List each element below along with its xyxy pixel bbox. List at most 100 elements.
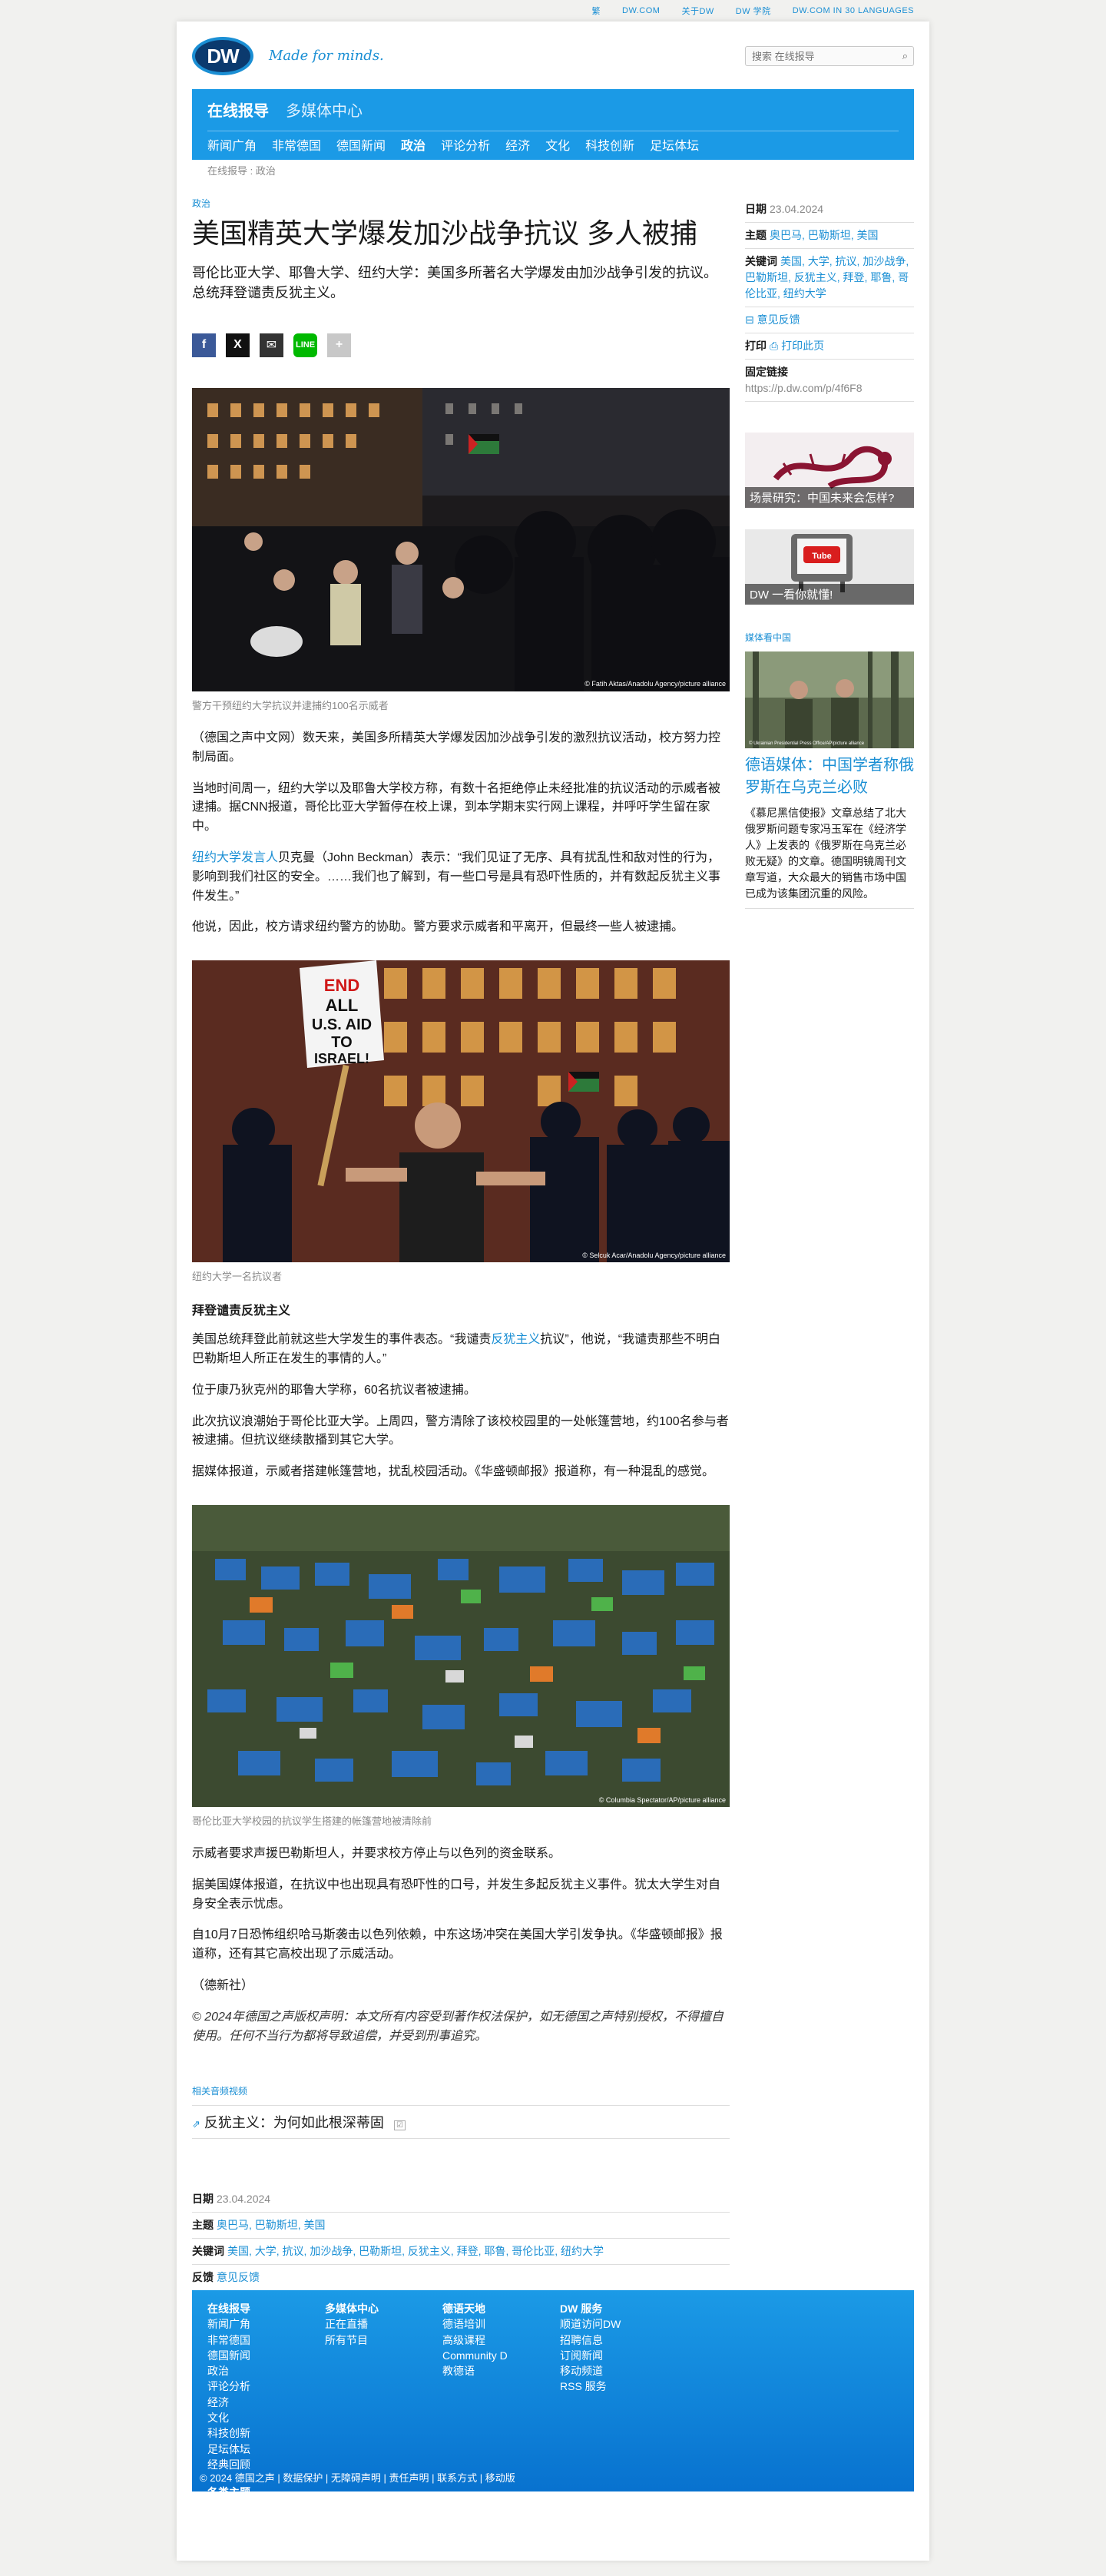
- article-section[interactable]: 政治: [192, 197, 730, 210]
- paragraph-8: 据媒体报道，示威者搭建帐篷营地，扰乱校园活动。《华盛顿邮报》报道称，有一种混乱的…: [192, 1465, 715, 1479]
- meta-topics-row: 主题 奥巴马, 巴勒斯坦, 美国: [192, 2213, 730, 2239]
- feedback-link[interactable]: 意见反馈: [217, 2271, 260, 2283]
- article-image-3[interactable]: © Columbia Spectator/AP/picture alliance: [192, 1504, 730, 1807]
- footer-link[interactable]: 新闻广角: [207, 2316, 250, 2332]
- footer-col-services: DW 服务 顺道访问DW 招聘信息 订阅新闻 移动频道 RSS 服务: [560, 2301, 621, 2395]
- side-feedback-row: ⊟ 意见反馈: [745, 307, 914, 333]
- footer-legal-links[interactable]: © 2024 德国之声 | 数据保护 | 无障碍声明 | 责任声明 | 联系方式…: [200, 2470, 515, 2485]
- teaser-dw-explainer[interactable]: Tube DW 一看你就懂!: [745, 529, 914, 605]
- svg-text:TO: TO: [331, 1034, 352, 1051]
- breadcrumb[interactable]: 在线报导 : 政治: [207, 163, 276, 177]
- footer-link[interactable]: 德语培训: [442, 2316, 508, 2332]
- footer-link[interactable]: 顺道访问DW: [560, 2316, 621, 2332]
- footer-link[interactable]: 科技创新: [207, 2425, 250, 2441]
- footer-link[interactable]: 订阅新闻: [560, 2348, 621, 2363]
- nav-item-german-news[interactable]: 德国新闻: [336, 135, 386, 154]
- side-feedback-link[interactable]: 意见反馈: [757, 313, 800, 326]
- footer-link[interactable]: 招聘信息: [560, 2332, 621, 2348]
- side-print-row: 打印 ⎙ 打印此页: [745, 333, 914, 360]
- side-topics[interactable]: 奥巴马, 巴勒斯坦, 美国: [770, 229, 879, 241]
- nav-item-culture[interactable]: 文化: [545, 135, 570, 154]
- footer-col4-title[interactable]: DW 服务: [560, 2301, 621, 2316]
- search-icon[interactable]: ⌕: [902, 50, 908, 62]
- image-3-caption: 哥伦比亚大学校园的抗议学生搭建的帐篷营地被清除前: [192, 1815, 432, 1827]
- facebook-share-icon[interactable]: f: [192, 333, 216, 357]
- nav-item-science[interactable]: 科技创新: [585, 135, 634, 154]
- paragraph-6: 位于康乃狄克州的耶鲁大学称，60名抗议者被逮捕。: [192, 1383, 476, 1397]
- nav-item-economy[interactable]: 经济: [505, 135, 530, 154]
- footer-link[interactable]: 教德语: [442, 2363, 508, 2379]
- dw-logo[interactable]: DW: [192, 37, 253, 75]
- nav-secondary-media[interactable]: 多媒体中心: [286, 98, 363, 121]
- meta-topics[interactable]: 奥巴马, 巴勒斯坦, 美国: [217, 2219, 326, 2231]
- nav-item-opinion[interactable]: 评论分析: [441, 135, 490, 154]
- side-print-link[interactable]: 打印此页: [781, 340, 824, 352]
- footer-link[interactable]: Community D: [442, 2348, 508, 2363]
- footer-link[interactable]: 高级课程: [442, 2332, 508, 2348]
- antisemitism-link[interactable]: 反犹主义: [491, 1333, 540, 1346]
- nyu-spokesperson-link[interactable]: 纽约大学发言人: [192, 851, 278, 864]
- footer-link[interactable]: 文化: [207, 2410, 250, 2425]
- footer-topics-link[interactable]: 各类主题: [207, 2485, 250, 2500]
- footer-link[interactable]: 所有节目: [325, 2332, 379, 2348]
- side-article-image[interactable]: © Ukrainian Presidential Press Office/AP…: [745, 651, 914, 748]
- footer-col2-title[interactable]: 多媒体中心: [325, 2301, 379, 2316]
- nav-item-news[interactable]: 新闻广角: [207, 135, 257, 154]
- related-video-item[interactable]: ⇗ 反犹主义：为何如此根深蒂固 ☑: [192, 2105, 730, 2140]
- footer-link[interactable]: RSS 服务: [560, 2379, 621, 2394]
- footer-link[interactable]: 政治: [207, 2363, 250, 2379]
- nav-item-sports[interactable]: 足坛体坛: [650, 135, 699, 154]
- nav-item-politics[interactable]: 政治: [401, 135, 426, 154]
- footer-link[interactable]: 非常德国: [207, 2332, 250, 2348]
- side-keywords-row: 关键词 美国, 大学, 抗议, 加沙战争, 巴勒斯坦, 反犹主义, 拜登, 耶鲁,…: [745, 249, 914, 307]
- teaser-dw-explainer-label: DW 一看你就懂!: [745, 584, 914, 605]
- top-link-dwcom[interactable]: DW.COM: [622, 6, 660, 15]
- share-bar: f X ✉ LINE +: [192, 333, 730, 357]
- top-link-academy[interactable]: DW 学院: [736, 5, 771, 17]
- email-share-icon[interactable]: ✉: [260, 333, 283, 357]
- photo-protester-sign: END ALL U.S. AID TO ISRAEL! © Selcuk Aca…: [192, 960, 730, 1263]
- search-input[interactable]: [745, 46, 914, 66]
- nav-primary-online[interactable]: 在线报导: [207, 98, 269, 121]
- nav-item-germany[interactable]: 非常德国: [272, 135, 321, 154]
- paragraph-1: （德国之声中文网）数天来，美国多所精英大学爆发因加沙战争引发的激烈抗议活动，校方…: [192, 731, 721, 764]
- top-link-traditional[interactable]: 繁: [592, 5, 601, 17]
- side-article-title[interactable]: 德语媒体：中国学者称俄罗斯在乌克兰必败: [745, 754, 914, 799]
- footer-col3-title[interactable]: 德语天地: [442, 2301, 508, 2316]
- footer-col-media: 多媒体中心 正在直播 所有节目: [325, 2301, 379, 2348]
- footer-link[interactable]: 德国新闻: [207, 2348, 250, 2363]
- svg-text:© Columbia Spectator/AP/pictur: © Columbia Spectator/AP/picture alliance: [599, 1796, 726, 1804]
- top-link-about[interactable]: 关于DW: [681, 5, 714, 17]
- teaser-china-future-label: 场景研究：中国未来会怎样?: [745, 487, 914, 508]
- related-media-label: 相关音频视频: [192, 2086, 248, 2097]
- meta-feedback-row: 反馈 意见反馈: [192, 2265, 730, 2292]
- side-print-label: 打印: [745, 340, 767, 352]
- side-permalink[interactable]: https://p.dw.com/p/4f6F8: [745, 382, 863, 394]
- side-date-label: 日期: [745, 203, 767, 215]
- footer-link[interactable]: 足坛体坛: [207, 2442, 250, 2457]
- more-share-icon[interactable]: +: [327, 333, 351, 357]
- footer-link[interactable]: 移动频道: [560, 2363, 621, 2379]
- video-tag-icon: ☑: [393, 2120, 406, 2131]
- article-image-1[interactable]: © Fatih Aktas/Anadolu Agency/picture all…: [192, 387, 730, 691]
- footer-link[interactable]: 正在直播: [325, 2316, 379, 2332]
- svg-text:U.S. AID: U.S. AID: [312, 1016, 372, 1033]
- teaser-china-future[interactable]: 场景研究：中国未来会怎样?: [745, 433, 914, 508]
- line-share-icon[interactable]: LINE: [293, 333, 317, 357]
- footer-col1-title[interactable]: 在线报导: [207, 2301, 250, 2316]
- paragraph-12: （德新社）: [192, 1978, 254, 1992]
- footer-link[interactable]: 经济: [207, 2395, 250, 2410]
- paragraph-3: 纽约大学发言人贝克曼（John Beckman）表示：“我们见证了无序、具有扰乱…: [192, 849, 730, 906]
- top-link-languages[interactable]: DW.COM IN 30 LANGUAGES: [793, 6, 914, 15]
- related-video-title[interactable]: 反犹主义：为何如此根深蒂固: [204, 2115, 384, 2130]
- footer-link[interactable]: 评论分析: [207, 2379, 250, 2394]
- x-share-icon[interactable]: X: [226, 333, 250, 357]
- article-image-2[interactable]: END ALL U.S. AID TO ISRAEL! © Selcuk Aca…: [192, 960, 730, 1263]
- footer-col-german: 德语天地 德语培训 高级课程 Community D 教德语: [442, 2301, 508, 2379]
- side-topics-label: 主题: [745, 229, 767, 241]
- meta-keywords[interactable]: 美国, 大学, 抗议, 加沙战争, 巴勒斯坦, 反犹主义, 拜登, 耶鲁, 哥伦…: [227, 2245, 604, 2257]
- meta-topics-label: 主题: [192, 2219, 214, 2232]
- meta-date: 23.04.2024: [217, 2193, 271, 2206]
- paragraph-9: 示威者要求声援巴勒斯坦人，并要求校方停止与以色列的资金联系。: [192, 1846, 561, 1860]
- side-print-icon[interactable]: ⎙: [770, 340, 781, 352]
